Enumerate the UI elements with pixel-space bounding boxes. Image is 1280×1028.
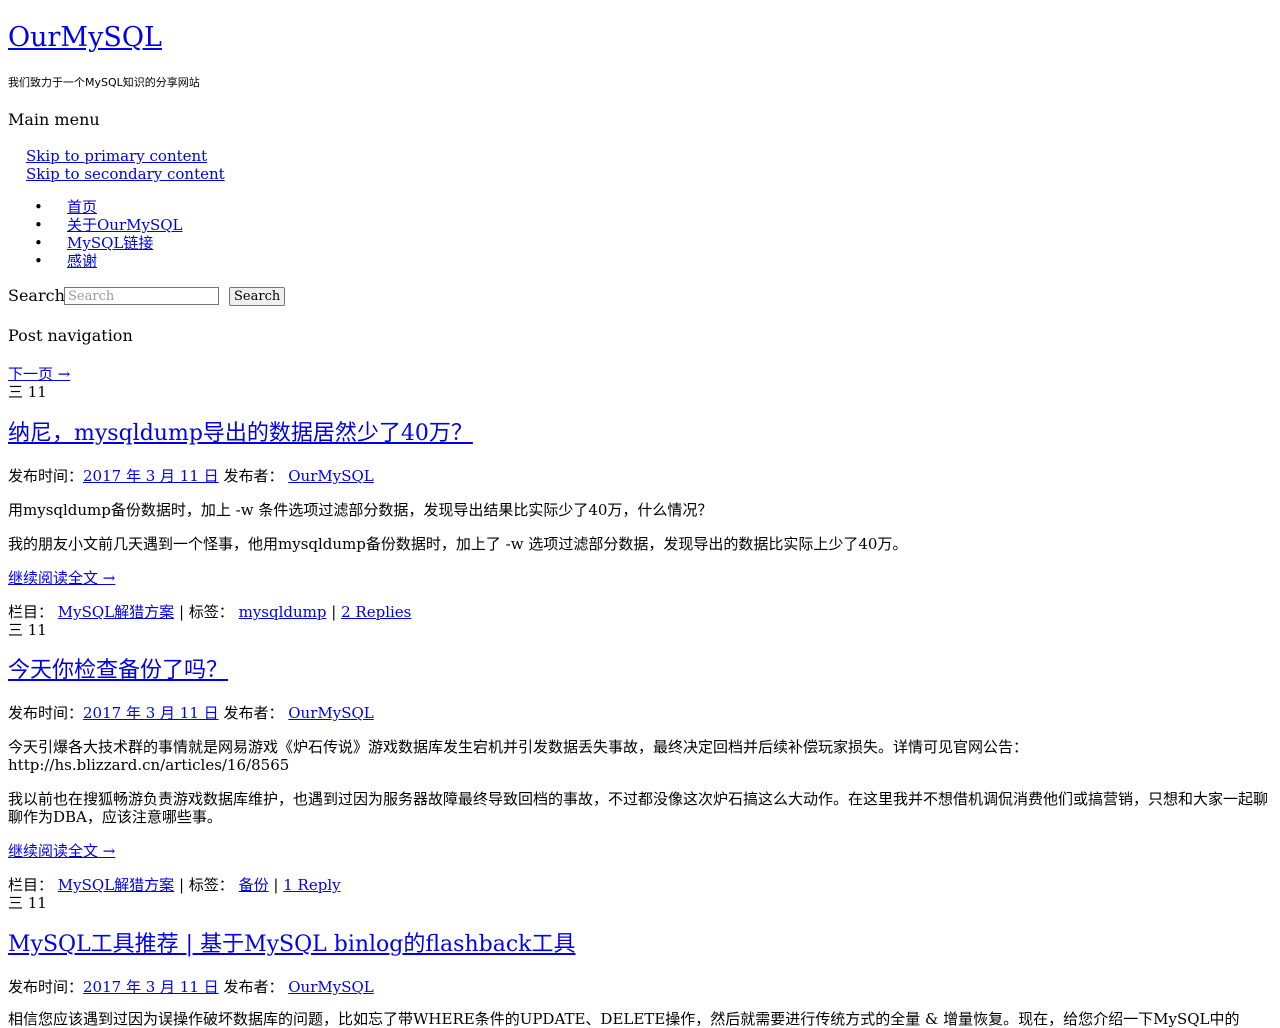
replies-link[interactable]: 1 Reply xyxy=(283,876,340,894)
category-label: 栏目： xyxy=(8,603,54,621)
post-paragraph: 用mysqldump备份数据时，加上 -w 条件选项过滤部分数据，发现导出结果比… xyxy=(8,501,713,519)
bullet-icon: • xyxy=(34,216,43,234)
site-description: 我们致力于一个MySQL知识的分享网站 xyxy=(8,76,200,89)
separator: | xyxy=(178,603,185,621)
search-button[interactable]: Search xyxy=(229,287,286,306)
tags-label: 标签： xyxy=(188,876,234,894)
bullet-icon: • xyxy=(34,234,43,252)
replies-link[interactable]: 2 Replies xyxy=(341,603,411,621)
skip-to-primary-link[interactable]: Skip to primary content xyxy=(26,147,207,165)
post-meta: 发布时间：2017 年 3 月 11 日 发布者： OurMySQL xyxy=(8,978,374,996)
post-paragraph: 我的朋友小文前几天遇到一个怪事，他用mysqldump备份数据时，加上了 -w … xyxy=(8,535,908,553)
author-link[interactable]: OurMySQL xyxy=(288,467,374,485)
post-title-link[interactable]: MySQL工具推荐 | 基于MySQL binlog的flashback工具 xyxy=(8,931,576,959)
published-label: 发布时间： xyxy=(8,704,84,722)
main-menu-heading: Main menu xyxy=(8,110,100,129)
post-date-badge: 三 11 xyxy=(8,621,47,639)
bullet-icon: • xyxy=(34,252,43,270)
tag-link[interactable]: 备份 xyxy=(239,876,269,894)
post-meta: 发布时间：2017 年 3 月 11 日 发布者： OurMySQL xyxy=(8,467,374,485)
read-more-link[interactable]: 继续阅读全文 → xyxy=(8,842,115,860)
post-footer: 栏目： MySQL解猎方案 | 标签： 备份 | 1 Reply xyxy=(8,876,341,894)
category-link[interactable]: MySQL解猎方案 xyxy=(58,603,174,621)
category-label: 栏目： xyxy=(8,876,54,894)
author-link[interactable]: OurMySQL xyxy=(288,704,374,722)
page: OurMySQL 我们致力于一个MySQL知识的分享网站 Main menu S… xyxy=(0,0,1280,1028)
author-label: 发布者： xyxy=(223,704,284,722)
tags-label: 标签： xyxy=(188,603,234,621)
author-link[interactable]: OurMySQL xyxy=(288,978,374,996)
site-title-link[interactable]: OurMySQL xyxy=(8,20,162,56)
menu-link-home[interactable]: 首页 xyxy=(67,198,97,216)
published-label: 发布时间： xyxy=(8,467,84,485)
skip-to-secondary-link[interactable]: Skip to secondary content xyxy=(26,165,225,183)
separator: | xyxy=(331,603,337,621)
author-label: 发布者： xyxy=(223,467,284,485)
post-title-link[interactable]: 纳尼，mysqldump导出的数据居然少了40万？ xyxy=(8,420,473,448)
separator: | xyxy=(273,876,279,894)
post-navigation-heading: Post navigation xyxy=(8,326,133,345)
post-title-link[interactable]: 今天你检查备份了吗？ xyxy=(8,657,228,685)
post-date-badge: 三 11 xyxy=(8,383,47,401)
post-footer: 栏目： MySQL解猎方案 | 标签： mysqldump | 2 Replie… xyxy=(8,603,411,621)
search-input[interactable] xyxy=(64,287,219,305)
menu-link-thanks[interactable]: 感谢 xyxy=(67,252,97,270)
category-link[interactable]: MySQL解猎方案 xyxy=(58,876,174,894)
search-label: Search xyxy=(8,286,65,305)
post-paragraph: 今天引爆各大技术群的事情就是网易游戏《炉石传说》游戏数据库发生宕机并引发数据丢失… xyxy=(8,738,1029,774)
menu-link-mysql-links[interactable]: MySQL链接 xyxy=(67,234,153,252)
menu-link-about[interactable]: 关于OurMySQL xyxy=(67,216,183,234)
post-paragraph: 我以前也在搜狐畅游负责游戏数据库维护，也遇到过因为服务器故障最终导致回档的事故，… xyxy=(8,790,1269,826)
published-label: 发布时间： xyxy=(8,978,84,996)
bullet-icon: • xyxy=(34,198,43,216)
author-label: 发布者： xyxy=(223,978,284,996)
post-paragraph: 相信您应该遇到过因为误操作破坏数据库的问题，比如忘了带WHERE条件的UPDAT… xyxy=(8,1010,1240,1028)
read-more-link[interactable]: 继续阅读全文 → xyxy=(8,569,115,587)
tag-link[interactable]: mysqldump xyxy=(239,603,327,621)
post-date-badge: 三 11 xyxy=(8,894,47,912)
post-meta: 发布时间：2017 年 3 月 11 日 发布者： OurMySQL xyxy=(8,704,374,722)
next-page-link[interactable]: 下一页 → xyxy=(8,365,70,383)
post-date-link[interactable]: 2017 年 3 月 11 日 xyxy=(83,978,219,996)
separator: | xyxy=(178,876,185,894)
post-date-link[interactable]: 2017 年 3 月 11 日 xyxy=(83,704,219,722)
post-date-link[interactable]: 2017 年 3 月 11 日 xyxy=(83,467,219,485)
